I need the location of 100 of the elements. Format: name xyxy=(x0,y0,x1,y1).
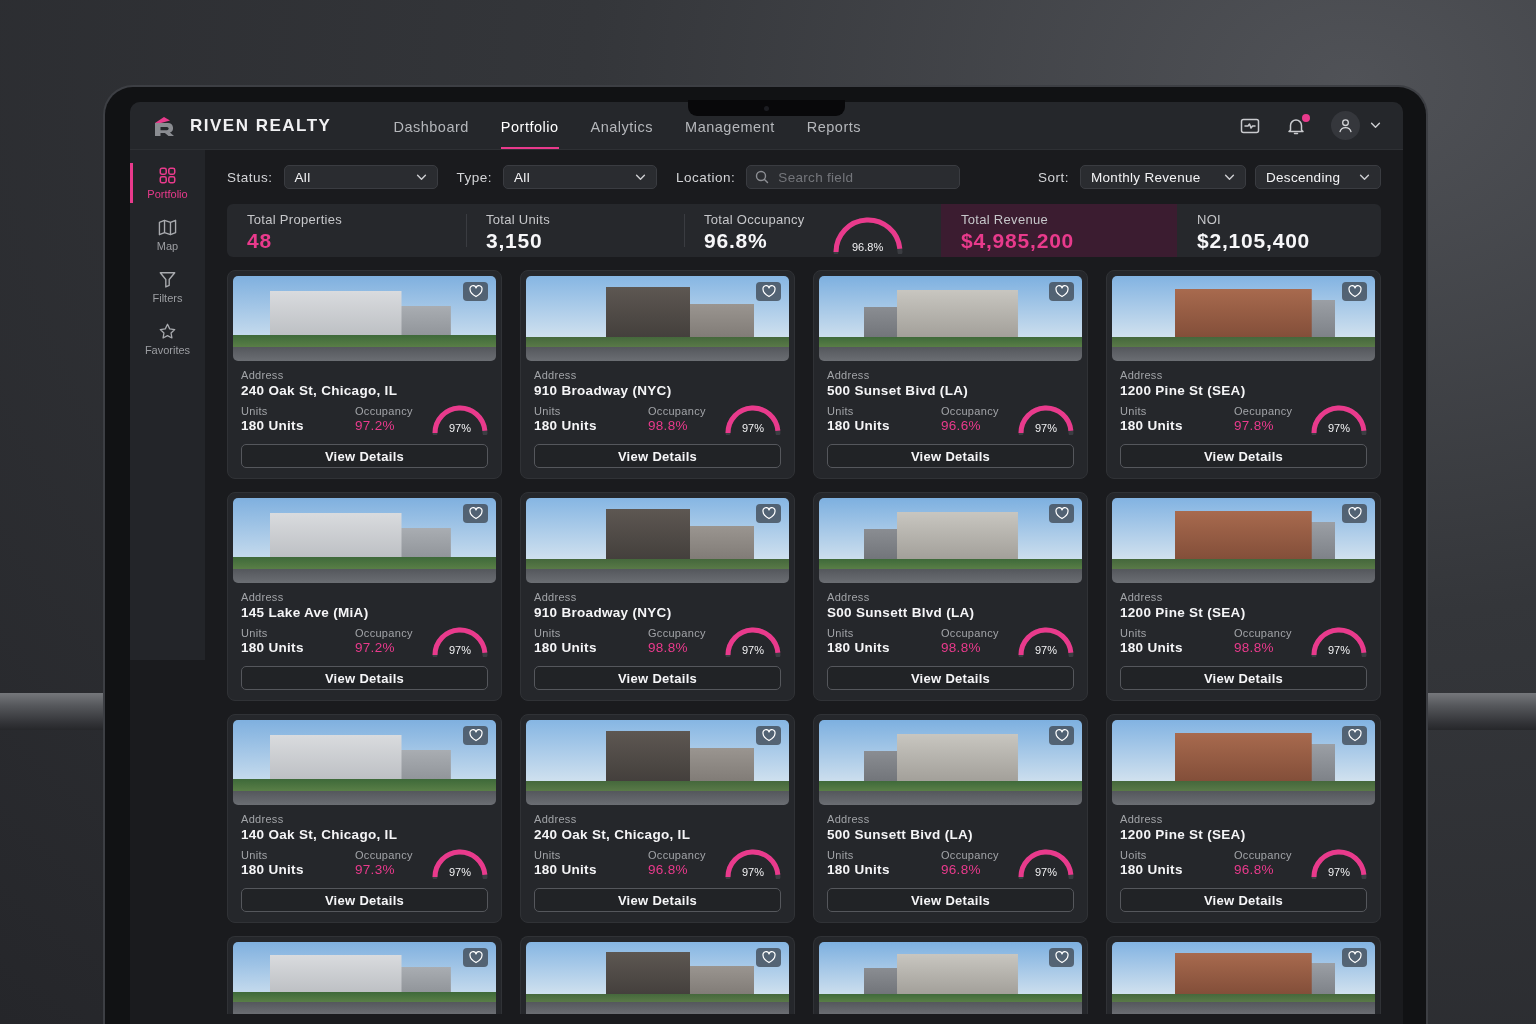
address-text: 240 Oak St, Chicago, IL xyxy=(534,827,692,843)
heart-icon xyxy=(1347,507,1362,520)
favorite-button[interactable] xyxy=(756,282,781,301)
bell-icon[interactable] xyxy=(1286,116,1306,135)
field-label: Occupancy xyxy=(648,405,707,418)
occupancy-value: 98.8% xyxy=(941,640,982,656)
field-label: Address xyxy=(827,813,871,826)
units-value: 180 Units xyxy=(827,418,891,434)
heart-icon xyxy=(468,951,483,964)
favorite-button[interactable] xyxy=(1049,282,1074,301)
heart-icon xyxy=(1347,951,1362,964)
gauge-reading: 97% xyxy=(448,644,472,656)
heart-icon xyxy=(1054,729,1069,742)
view-details-button[interactable]: View Details xyxy=(241,444,488,468)
favorite-button[interactable] xyxy=(756,726,781,745)
favorite-button[interactable] xyxy=(756,948,781,967)
stat-label: Total Occupancy xyxy=(704,212,805,227)
view-details-button[interactable]: View Details xyxy=(1120,888,1367,912)
avatar-button[interactable] xyxy=(1331,111,1360,140)
nav-tab[interactable]: Analytics xyxy=(590,119,654,149)
view-details-button[interactable]: View Details xyxy=(534,888,781,912)
nav-tab[interactable]: Dashboard xyxy=(393,119,469,149)
field-label: Units xyxy=(241,627,269,640)
heart-icon xyxy=(761,285,776,298)
field-label: Gccupancy xyxy=(648,627,707,640)
search-icon xyxy=(755,170,770,184)
favorite-button[interactable] xyxy=(463,282,488,301)
sidebar-item[interactable]: Map xyxy=(130,215,205,255)
favorite-button[interactable] xyxy=(1049,726,1074,745)
units-value: 180 Units xyxy=(1120,640,1184,656)
address-text: S00 Sunsett Blvd (LA) xyxy=(827,605,976,621)
stat-value: 96.8% xyxy=(704,229,769,253)
filter-select[interactable]: All xyxy=(503,165,658,189)
occupancy-value: 96.6% xyxy=(941,418,982,434)
favorite-button[interactable] xyxy=(1049,504,1074,523)
filter-select[interactable]: All xyxy=(283,165,438,189)
favorite-button[interactable] xyxy=(1342,504,1367,523)
field-label: Address xyxy=(534,591,578,604)
caret-icon xyxy=(1370,122,1381,129)
sidebar-item[interactable]: Portfolio xyxy=(130,163,205,203)
screen-icon[interactable] xyxy=(1240,116,1260,135)
field-label: Occupancy xyxy=(355,405,414,418)
favorite-button[interactable] xyxy=(756,504,781,523)
units-value: 180 Units xyxy=(1120,418,1184,434)
order-select[interactable]: Descending xyxy=(1255,165,1381,189)
favorite-button[interactable] xyxy=(463,948,488,967)
field-label: Units xyxy=(1120,405,1148,418)
filter-label: Status: xyxy=(227,169,273,185)
address-text: 240 Oak St, Chicago, IL xyxy=(241,383,399,399)
sidebar-item[interactable]: Favorites xyxy=(130,319,205,359)
field-label: Address xyxy=(241,591,285,604)
view-details-button[interactable]: View Details xyxy=(827,888,1074,912)
favorite-button[interactable] xyxy=(463,726,488,745)
view-details-button[interactable]: View Details xyxy=(534,666,781,690)
sort-select[interactable]: Monthly Revenue xyxy=(1080,165,1246,189)
grid-icon xyxy=(158,166,177,184)
search-field[interactable]: Search field xyxy=(746,165,961,189)
view-details-button[interactable]: View Details xyxy=(1120,666,1367,690)
stat-label: NOI xyxy=(1197,212,1222,227)
field-label: Units xyxy=(534,405,562,418)
sidebar-item[interactable]: Filters xyxy=(130,267,205,307)
view-details-button[interactable]: View Details xyxy=(827,666,1074,690)
units-value: 180 Units xyxy=(241,418,305,434)
units-value: 180 Units xyxy=(1120,862,1184,878)
address-text: 1200 Pine St (SEA) xyxy=(1120,827,1247,843)
field-label: Address xyxy=(241,813,285,826)
gauge-reading: 97% xyxy=(1327,866,1351,878)
view-details-button[interactable]: View Details xyxy=(241,888,488,912)
field-label: Occupancy xyxy=(941,627,1000,640)
view-details-button[interactable]: View Details xyxy=(827,444,1074,468)
view-details-button[interactable]: View Details xyxy=(241,666,488,690)
favorite-button[interactable] xyxy=(1342,282,1367,301)
favorite-button[interactable] xyxy=(1342,726,1367,745)
heart-icon xyxy=(761,507,776,520)
favorite-button[interactable] xyxy=(1049,948,1074,967)
star-icon xyxy=(158,322,177,340)
stat-value: 48 xyxy=(247,229,273,253)
heart-icon xyxy=(761,729,776,742)
user-icon xyxy=(1338,118,1353,133)
nav-tab[interactable]: Portfolio xyxy=(500,119,559,149)
field-label: Address xyxy=(827,369,871,382)
gauge-reading: 96.8% xyxy=(851,241,885,253)
view-details-button[interactable]: View Details xyxy=(534,444,781,468)
nav-tab[interactable]: Reports xyxy=(806,119,861,149)
nav-tab[interactable]: Management xyxy=(685,119,775,149)
gauge-reading: 97% xyxy=(1034,866,1058,878)
filter-label: Location: xyxy=(676,169,736,185)
field-label: Occupancy xyxy=(355,627,414,640)
view-details-button[interactable]: View Details xyxy=(1120,444,1367,468)
occupancy-value: 96.8% xyxy=(941,862,982,878)
address-text: 145 Lake Ave (MiA) xyxy=(241,605,370,621)
heart-icon xyxy=(761,951,776,964)
brand-name: RIVEN REALTY xyxy=(190,115,332,136)
address-text: 140 Oak St, Chicago, IL xyxy=(241,827,399,843)
gauge-reading: 97% xyxy=(448,866,472,878)
field-label: Address xyxy=(534,813,578,826)
favorite-button[interactable] xyxy=(1342,948,1367,967)
filter-icon xyxy=(158,270,177,288)
caret-icon xyxy=(1224,173,1235,181)
favorite-button[interactable] xyxy=(463,504,488,523)
